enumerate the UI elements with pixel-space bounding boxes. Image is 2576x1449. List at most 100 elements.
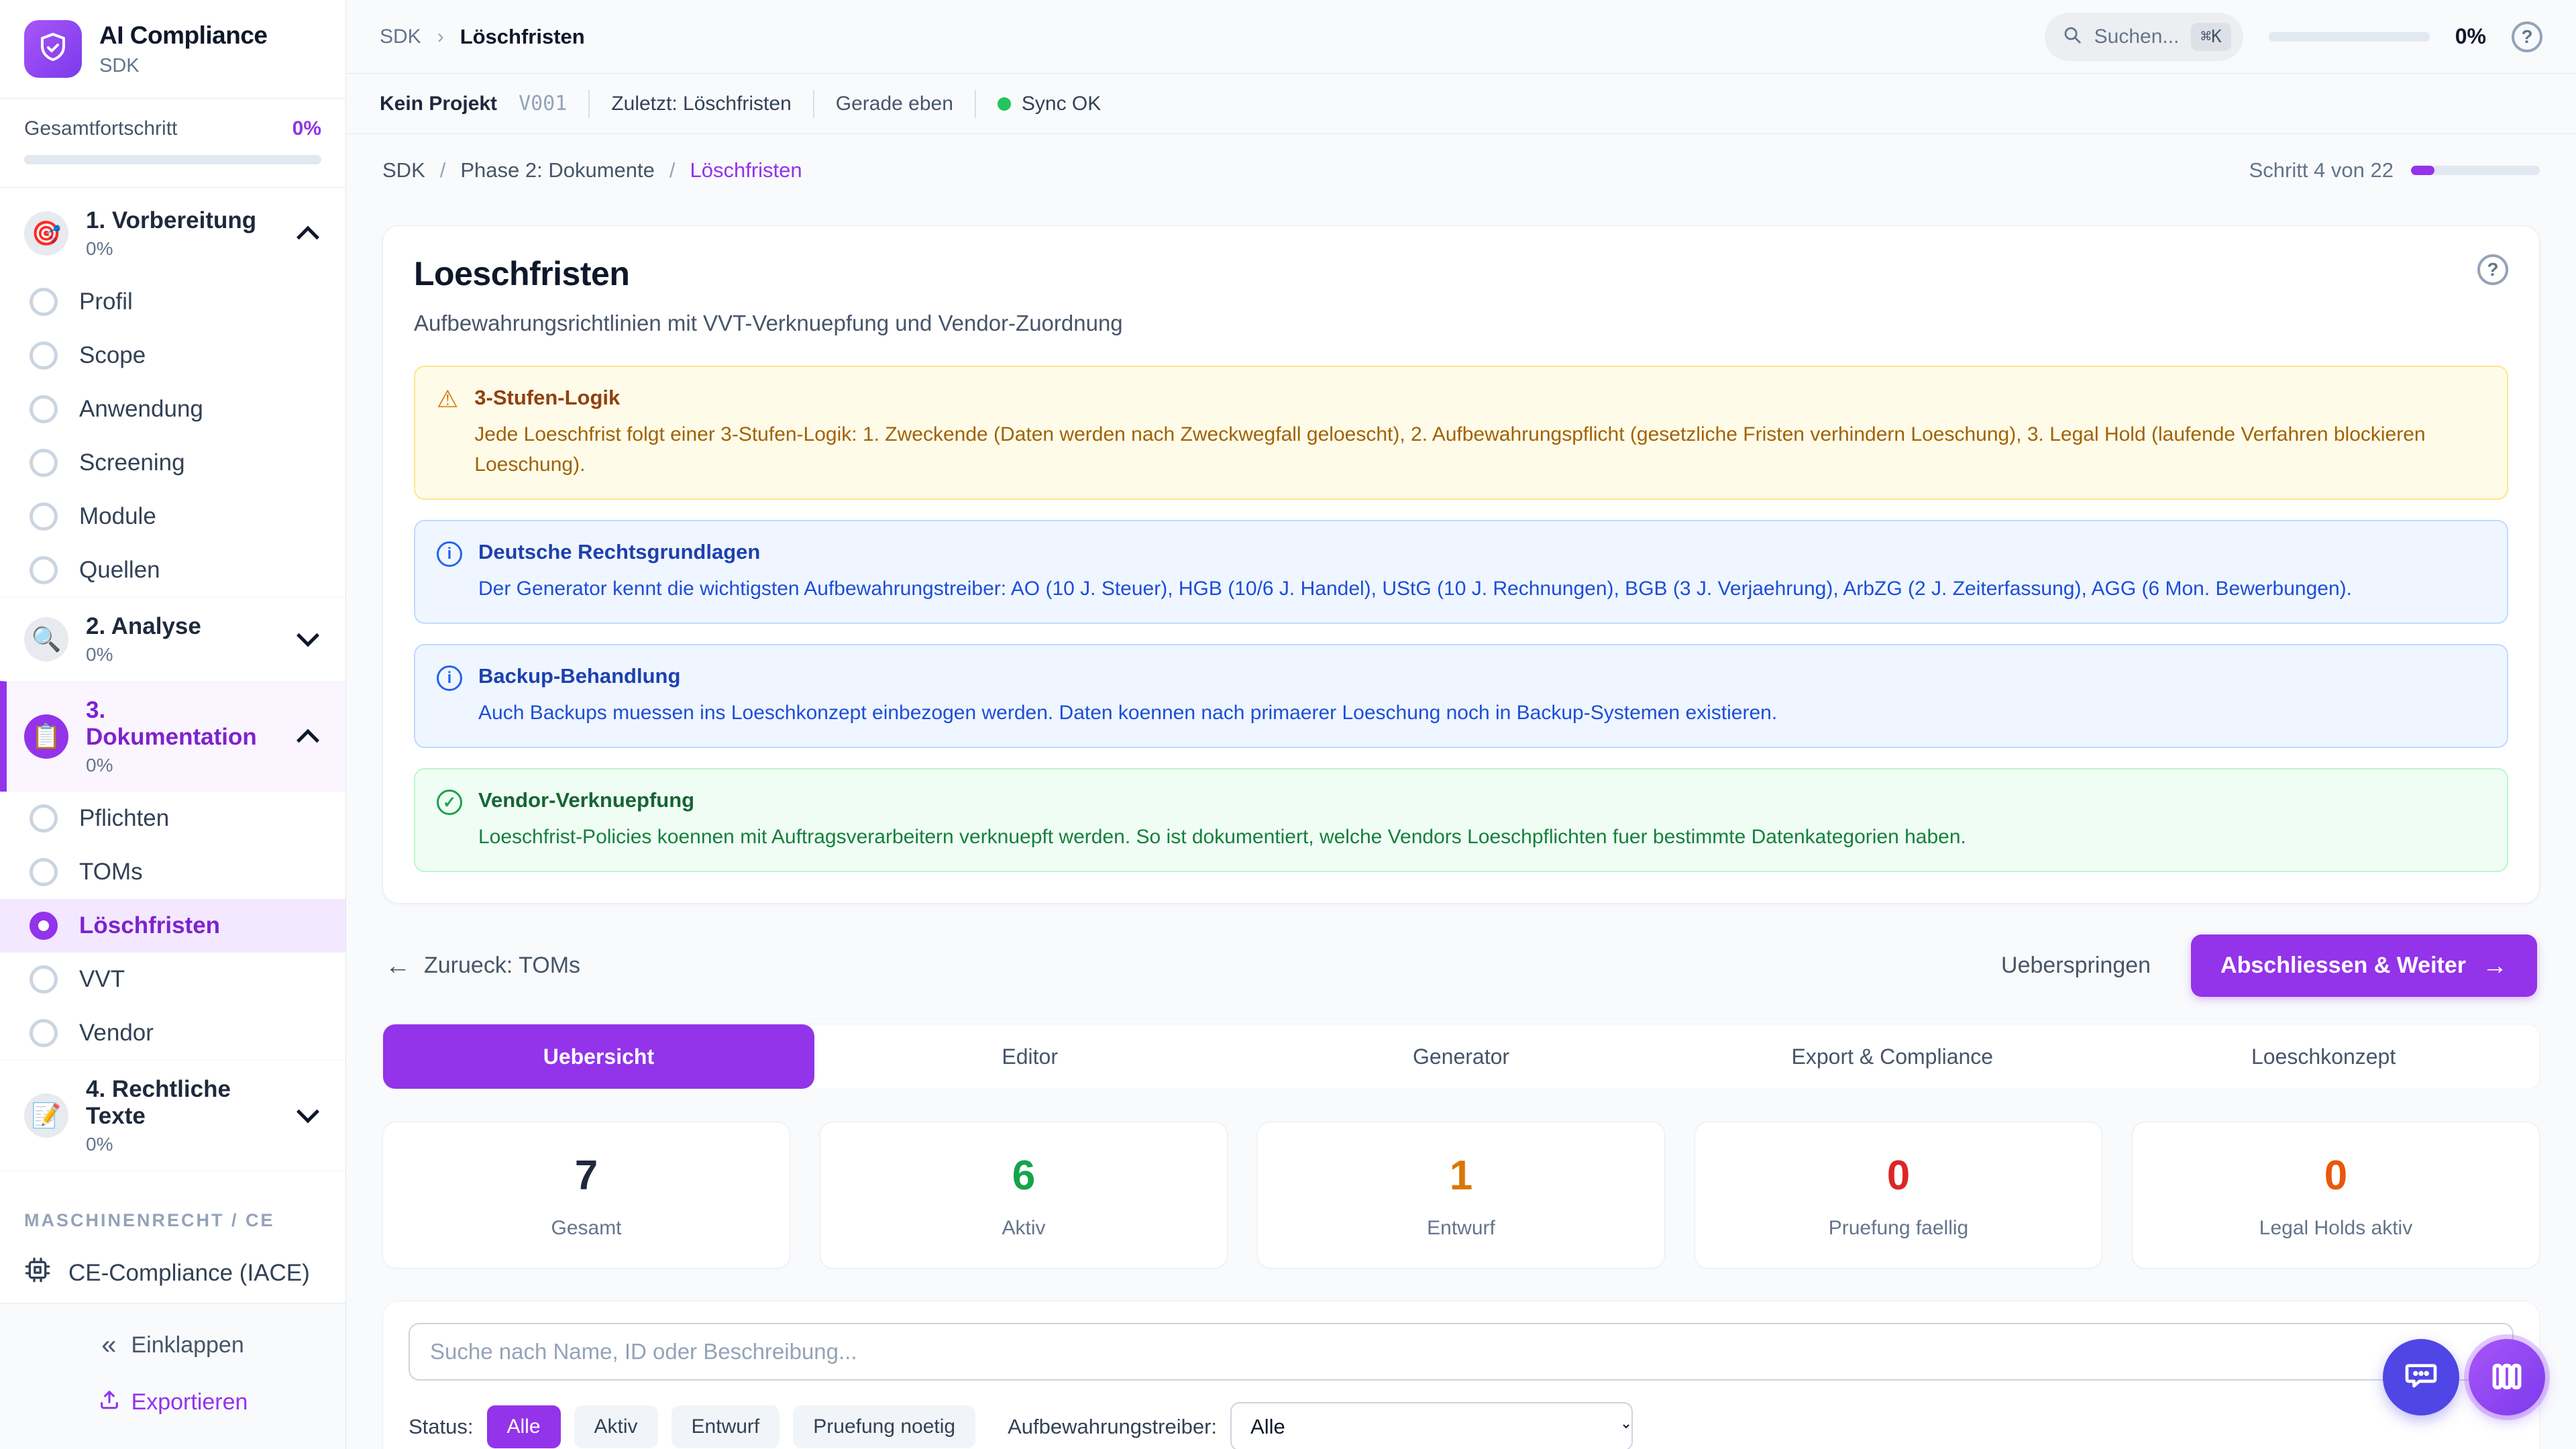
driver-filter-label: Aufbewahrungstreiber: xyxy=(1008,1415,1217,1439)
policy-search-input[interactable] xyxy=(409,1323,2514,1381)
callout: ✓ Vendor-Verknuepfung Loeschfrist-Polici… xyxy=(414,768,2508,872)
sidebar-footer: « Einklappen Exportieren xyxy=(0,1303,345,1449)
chevron-down-icon xyxy=(297,1100,319,1123)
sidebar-item-label: Pflichten xyxy=(79,805,169,832)
overall-progress-label: Gesamtfortschritt xyxy=(24,117,177,140)
breadcrumb-separator: / xyxy=(440,158,446,182)
phase-header[interactable]: 🎯 1. Vorbereitung 0% xyxy=(0,192,345,275)
sidebar-item-quellen[interactable]: Quellen xyxy=(0,543,345,597)
tab-generator[interactable]: Generator xyxy=(1246,1024,1677,1089)
overall-progress-value: 0% xyxy=(292,117,321,140)
stat-label: Pruefung faellig xyxy=(1702,1217,2095,1240)
app-logo xyxy=(24,20,82,78)
status-filter-pills: Alle Aktiv Entwurf Pruefung noetig xyxy=(487,1405,976,1448)
wizard-actions: ← Zurueck: TOMs Ueberspringen Abschliess… xyxy=(385,934,2537,997)
callout: i Deutsche Rechtsgrundlagen Der Generato… xyxy=(414,520,2508,624)
back-button[interactable]: ← Zurueck: TOMs xyxy=(385,953,580,979)
sidebar-item-label: Module xyxy=(79,503,156,530)
sidebar-item-profil[interactable]: Profil xyxy=(0,275,345,329)
step-progress-bar xyxy=(2411,166,2540,175)
export-label: Exportieren xyxy=(131,1389,248,1415)
sidebar-nav: 🎯 1. Vorbereitung 0% Profil Scope Anwend… xyxy=(0,188,345,1182)
sidebar-phase: 🔍 2. Analyse 0% xyxy=(0,597,345,681)
phase-label: 1. Vorbereitung xyxy=(86,207,256,234)
help-icon[interactable]: ? xyxy=(2512,21,2542,52)
phase-icon: 🔍 xyxy=(24,617,68,661)
sidebar-phase: ⚙️ 5. Betrieb 0% xyxy=(0,1171,345,1182)
step-status-circle-icon xyxy=(30,556,58,584)
app-title: AI Compliance xyxy=(99,21,268,50)
sidebar-item-pflichten[interactable]: Pflichten xyxy=(0,792,345,845)
driver-filter-select[interactable]: Alle xyxy=(1230,1402,1633,1449)
status-pill-aktiv[interactable]: Aktiv xyxy=(574,1405,658,1448)
chevron-right-icon: › xyxy=(437,25,444,48)
sidebar-item-module[interactable]: Module xyxy=(0,490,345,543)
topbar-breadcrumb: SDK › Löschfristen xyxy=(380,25,585,49)
upload-icon xyxy=(98,1388,121,1417)
step-status-circle-icon xyxy=(30,912,58,940)
callout-body: Loeschfrist-Policies koennen mit Auftrag… xyxy=(478,822,1966,852)
chevron-down-icon xyxy=(297,624,319,647)
sidebar-item-scope[interactable]: Scope xyxy=(0,329,345,382)
sync-ok-dot-icon xyxy=(998,97,1011,111)
phase-header[interactable]: 📝 4. Rechtliche Texte 0% xyxy=(0,1060,345,1171)
sidebar-item-toms[interactable]: TOMs xyxy=(0,845,345,899)
step-status-circle-icon xyxy=(30,1019,58,1047)
sidebar-item-ce-label: CE-Compliance (IACE) xyxy=(68,1260,310,1287)
phase-header[interactable]: 📋 3. Dokumentation 0% xyxy=(0,681,345,792)
breadcrumb-phase[interactable]: Phase 2: Dokumente xyxy=(460,158,655,182)
chevron-up-icon xyxy=(297,226,319,249)
sidebar-phase: 📝 4. Rechtliche Texte 0% xyxy=(0,1060,345,1171)
global-search[interactable]: Suchen... ⌘K xyxy=(2045,13,2243,61)
version-badge: V001 xyxy=(519,92,567,115)
skip-button[interactable]: Ueberspringen xyxy=(2001,953,2151,979)
status-pill-pruefung-noetig[interactable]: Pruefung noetig xyxy=(793,1405,975,1448)
status-pill-entwurf[interactable]: Entwurf xyxy=(672,1405,780,1448)
tab-loeschkonzept[interactable]: Loeschkonzept xyxy=(2108,1024,2539,1089)
collapse-sidebar-button[interactable]: « Einklappen xyxy=(101,1332,244,1358)
tab-editor[interactable]: Editor xyxy=(814,1024,1246,1089)
main-area: SDK › Löschfristen Suchen... ⌘K 0% ? Kei… xyxy=(346,0,2576,1449)
chat-assistant-button[interactable] xyxy=(2383,1339,2459,1415)
divider xyxy=(588,90,590,118)
tab-export-compliance[interactable]: Export & Compliance xyxy=(1676,1024,2108,1089)
sidebar-item-screening[interactable]: Screening xyxy=(0,436,345,490)
phase-header[interactable]: 🔍 2. Analyse 0% xyxy=(0,597,345,681)
breadcrumb-root[interactable]: SDK xyxy=(380,25,421,48)
breadcrumb-sdk[interactable]: SDK xyxy=(382,158,425,182)
keyboard-shortcut-badge: ⌘K xyxy=(2191,23,2231,51)
collapse-label: Einklappen xyxy=(131,1332,244,1358)
tab-uebersicht[interactable]: Uebersicht xyxy=(383,1024,814,1089)
sidebar-item-label: Screening xyxy=(79,449,185,476)
sidebar-item-label: Profil xyxy=(79,288,133,315)
callout-title: 3-Stufen-Logik xyxy=(474,386,2485,410)
phase-header[interactable]: ⚙️ 5. Betrieb 0% xyxy=(0,1171,345,1182)
chevrons-left-icon: « xyxy=(101,1332,116,1358)
sync-status: Sync OK xyxy=(998,93,1101,115)
phase-percent: 0% xyxy=(86,1134,282,1155)
complete-continue-button[interactable]: Abschliessen & Weiter → xyxy=(2191,934,2537,997)
sidebar-item-ce-compliance[interactable]: CE-Compliance (IACE) xyxy=(0,1243,345,1303)
sidebar-item-l-schfristen[interactable]: Löschfristen xyxy=(0,899,345,953)
sidebar-item-vvt[interactable]: VVT xyxy=(0,953,345,1006)
stats-row: 7 Gesamt 6 Aktiv 1 Entwurf 0 Pruefung fa… xyxy=(382,1122,2540,1269)
phase-icon: 📝 xyxy=(24,1093,68,1138)
callout-body: Jede Loeschfrist folgt einer 3-Stufen-Lo… xyxy=(474,419,2485,480)
step-status-circle-icon xyxy=(30,449,58,477)
sidebar-item-anwendung[interactable]: Anwendung xyxy=(0,382,345,436)
sidebar-phase: 📋 3. Dokumentation 0% Pflichten TOMs Lös… xyxy=(0,681,345,1060)
status-pill-alle[interactable]: Alle xyxy=(487,1405,561,1448)
topbar-progress-value: 0% xyxy=(2455,24,2486,49)
project-name: Kein Projekt xyxy=(380,93,497,115)
phase-label: 2. Analyse xyxy=(86,613,201,640)
page-content: SDK / Phase 2: Dokumente / Löschfristen … xyxy=(346,134,2576,1449)
warning-triangle-icon: ⚠ xyxy=(437,387,458,480)
panels-toggle-button[interactable] xyxy=(2469,1339,2545,1415)
sidebar-item-vendor[interactable]: Vendor xyxy=(0,1006,345,1060)
app-subtitle: SDK xyxy=(99,55,268,77)
card-help-icon[interactable]: ? xyxy=(2477,254,2508,285)
callout-body: Auch Backups muessen ins Loeschkonzept e… xyxy=(478,698,1777,728)
stat-value: 0 xyxy=(2139,1152,2532,1199)
export-button[interactable]: Exportieren xyxy=(98,1388,248,1417)
step-label: Schritt 4 von 22 xyxy=(2249,158,2394,182)
